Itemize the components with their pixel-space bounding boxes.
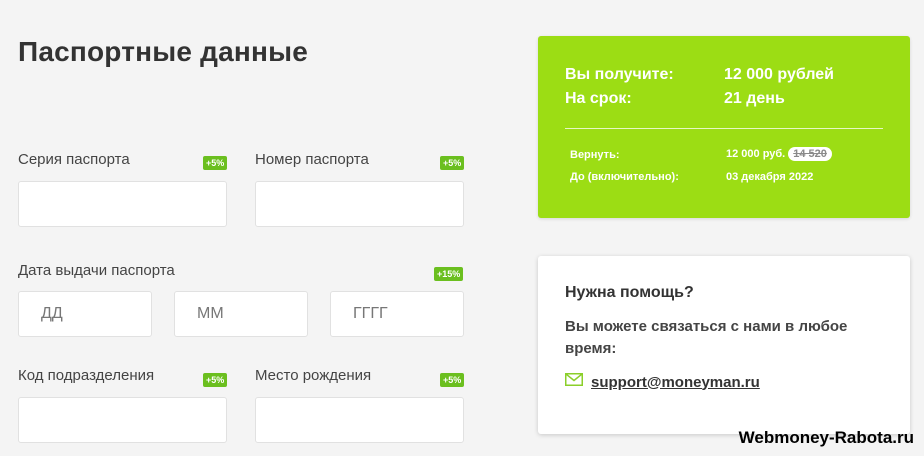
due-value: 03 декабря 2022	[726, 171, 814, 183]
loan-summary-card: Вы получите: 12 000 рублей На срок: 21 д…	[538, 36, 910, 218]
birthplace-input[interactable]	[255, 397, 464, 443]
passport-series-label: Серия паспорта	[18, 151, 130, 168]
birthplace-bonus-badge: +5%	[440, 373, 465, 387]
passport-series-input[interactable]	[18, 181, 227, 227]
return-label: Вернуть:	[570, 149, 620, 161]
receive-label: Вы получите:	[565, 66, 674, 83]
passport-series-bonus-badge: +5%	[203, 156, 228, 170]
term-label: На срок:	[565, 90, 632, 107]
due-label: До (включительно):	[570, 171, 679, 183]
division-code-bonus-badge: +5%	[203, 373, 228, 387]
division-code-input[interactable]	[18, 397, 227, 443]
help-title: Нужна помощь?	[565, 284, 694, 301]
term-value: 21 день	[724, 90, 785, 107]
help-card: Нужна помощь? Вы можете связаться с нами…	[538, 256, 910, 434]
support-email-link[interactable]: support@moneyman.ru	[591, 374, 760, 391]
issue-date-label: Дата выдачи паспорта	[18, 262, 175, 279]
issue-day-input[interactable]	[18, 291, 152, 337]
birthplace-label: Место рождения	[255, 367, 372, 384]
division-code-label: Код подразделения	[18, 367, 155, 384]
page-title: Паспортные данные	[18, 36, 308, 67]
return-old-value: 14 520	[788, 147, 832, 161]
envelope-icon	[565, 373, 583, 391]
return-amount: 12 000 руб. 14 520	[726, 147, 832, 161]
issue-month-input[interactable]	[174, 291, 308, 337]
passport-number-input[interactable]	[255, 181, 464, 227]
passport-number-bonus-badge: +5%	[440, 156, 465, 170]
watermark: Webmoney-Rabota.ru	[738, 428, 914, 447]
issue-date-bonus-badge: +15%	[434, 267, 464, 281]
support-email-row[interactable]: support@moneyman.ru	[565, 373, 760, 391]
issue-year-input[interactable]	[330, 291, 464, 337]
return-value: 12 000 руб.	[726, 148, 786, 160]
receive-value: 12 000 рублей	[724, 66, 835, 83]
passport-number-label: Номер паспорта	[255, 151, 369, 168]
summary-divider	[565, 128, 883, 129]
help-text: Вы можете связаться с нами в любое время…	[565, 318, 848, 357]
